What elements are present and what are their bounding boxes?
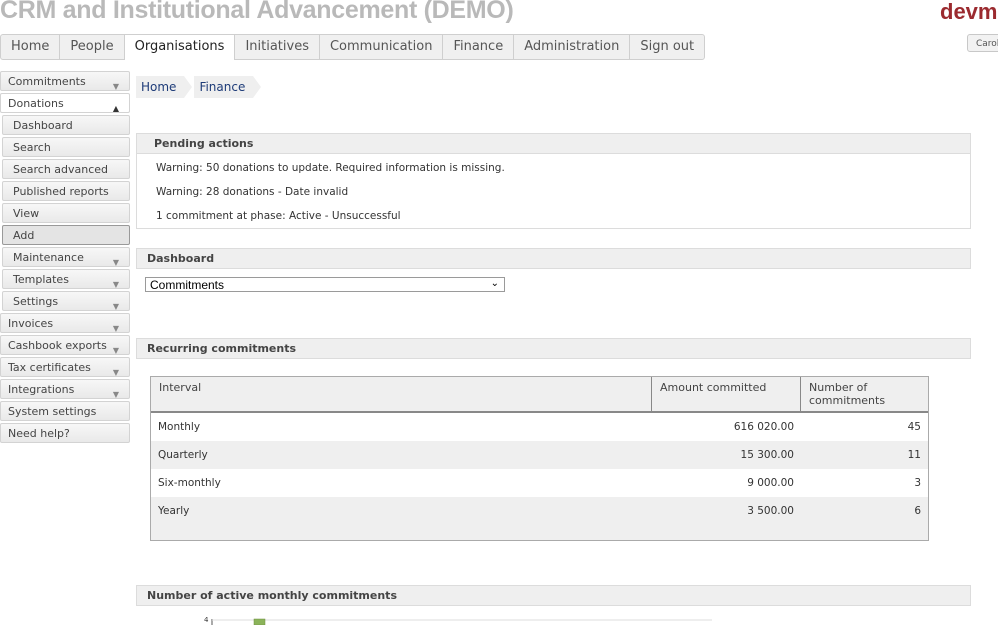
app-title: CRM and Institutional Advancement (DEMO) [0,0,514,24]
breadcrumb: Home Finance [136,76,263,98]
monthly-commitments-chart-header: Number of active monthly commitments [136,585,971,606]
cell-interval: Six-monthly [158,477,221,489]
sidebar-item-cashbook-exports[interactable]: Cashbook exports ▼ [0,335,130,355]
sidebar-item-label: Tax certificates [8,361,91,374]
sidebar-item-tax-certificates[interactable]: Tax certificates ▼ [0,357,130,377]
sidebar-item-label: Search advanced [13,163,109,176]
cell-interval: Quarterly [158,449,208,461]
sidebar-item-search[interactable]: Search [2,137,130,157]
table-row: Yearly 3 500.00 6 [151,497,928,525]
y-tick-label: 4 [204,616,209,624]
tab-people[interactable]: People [60,35,125,59]
sidebar-item-label: Settings [13,295,59,308]
sidebar-item-label: Commitments [8,75,86,88]
tab-finance[interactable]: Finance [443,35,515,59]
sidebar-item-label: Dashboard [13,119,73,132]
monthly-commitments-chart: 4 [204,616,712,625]
sidebar-item-system-settings[interactable]: System settings [0,401,130,421]
sidebar-item-view[interactable]: View [2,203,130,223]
tab-home[interactable]: Home [1,35,61,59]
user-menu-button[interactable]: Carol [967,34,998,52]
sidebar-item-label: View [13,207,40,220]
sidebar-item-published-reports[interactable]: Published reports [2,181,130,201]
pending-item: Warning: 28 donations - Date invalid [156,186,349,198]
breadcrumb-home[interactable]: Home [136,76,193,98]
sidebar-item-integrations[interactable]: Integrations ▼ [0,379,130,399]
sidebar-item-label: Search [13,141,51,154]
sidebar-item-commitments[interactable]: Commitments ▼ [0,71,130,91]
cell-count: 11 [907,449,921,461]
sidebar-item-label: System settings [8,405,97,418]
sidebar-item-add[interactable]: Add [2,225,130,245]
column-header-interval[interactable]: Interval [151,377,652,411]
brand-logo: devm [940,0,998,24]
cell-interval: Monthly [158,421,201,433]
cell-amount: 9 000.00 [747,477,794,489]
pending-actions-header: Pending actions [136,133,971,154]
sidebar-item-invoices[interactable]: Invoices ▼ [0,313,130,333]
sidebar-item-search-advanced[interactable]: Search advanced [2,159,130,179]
cell-count: 3 [914,477,921,489]
tab-administration[interactable]: Administration [514,35,631,59]
sidebar-item-maintenance[interactable]: Maintenance ▼ [2,247,130,267]
cell-amount: 3 500.00 [747,505,794,517]
dashboard-header: Dashboard [136,248,971,269]
pending-item: Warning: 50 donations to update. Require… [156,162,505,174]
column-header-count[interactable]: Number of commitments [801,377,928,411]
table-row: Six-monthly 9 000.00 3 [151,469,928,497]
recurring-commitments-table: Interval Amount committed Number of comm… [150,376,929,541]
sidebar-item-label: Maintenance [13,251,84,264]
sidebar-item-need-help[interactable]: Need help? [0,423,130,443]
dashboard-select[interactable]: Commitments ⌄ [145,277,505,292]
sidebar-item-templates[interactable]: Templates ▼ [2,269,130,289]
sidebar-item-label: Templates [13,273,69,286]
cell-count: 45 [907,421,921,433]
pending-actions-panel: Warning: 50 donations to update. Require… [136,154,971,229]
breadcrumb-finance[interactable]: Finance [194,76,262,98]
chart-bar [253,618,266,625]
tab-sign-out[interactable]: Sign out [630,35,704,59]
table-header: Interval Amount committed Number of comm… [151,377,928,413]
sidebar-item-label: Cashbook exports [8,339,107,352]
pending-item: 1 commitment at phase: Active - Unsucces… [156,210,401,222]
sidebar-item-label: Add [13,229,35,242]
table-row: Quarterly 15 300.00 11 [151,441,928,469]
cell-count: 6 [914,505,921,517]
tab-organisations[interactable]: Organisations [124,35,236,60]
main-nav: Home People Organisations Initiatives Co… [0,34,706,60]
sidebar-item-label: Published reports [13,185,109,198]
tab-initiatives[interactable]: Initiatives [235,35,320,59]
recurring-commitments-header: Recurring commitments [136,338,971,359]
cell-amount: 15 300.00 [740,449,794,461]
table-row: Monthly 616 020.00 45 [151,413,928,441]
sidebar-item-settings[interactable]: Settings ▼ [2,291,130,311]
tab-communication[interactable]: Communication [320,35,444,59]
sidebar-item-label: Donations [8,97,64,110]
cell-interval: Yearly [158,505,190,517]
sidebar-item-donations[interactable]: Donations ▲ [0,93,130,113]
dashboard-select-value: Commitments [150,278,225,292]
sidebar-item-label: Need help? [8,427,70,440]
sidebar-item-label: Integrations [8,383,75,396]
sidebar-item-label: Invoices [8,317,54,330]
sidebar-item-dashboard[interactable]: Dashboard [2,115,130,135]
column-header-amount[interactable]: Amount committed [652,377,801,411]
sidebar: Commitments ▼ Donations ▲ Dashboard Search… [0,71,130,445]
chevron-down-icon: ⌄ [490,278,499,289]
cell-amount: 616 020.00 [733,421,794,433]
